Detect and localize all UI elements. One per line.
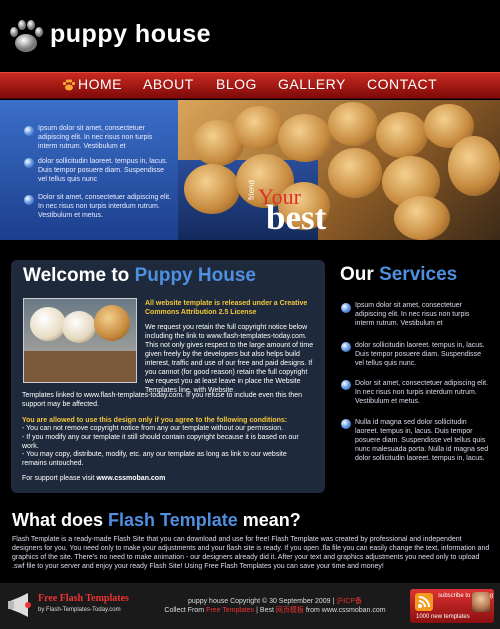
bullet-icon <box>341 342 351 352</box>
free-templates-link[interactable]: Free Templates <box>206 607 254 614</box>
web-templates-link[interactable]: 网页模板 <box>276 607 304 614</box>
copyright-request-tail: Templates linked to www.flash-templates-… <box>22 392 303 408</box>
bullet-icon <box>341 303 351 313</box>
services-title-accent: Services <box>379 264 458 285</box>
paw-icon <box>62 79 76 91</box>
banner-text-panel: Ipsum dolor sit amet, consectetuer adipi… <box>0 100 178 240</box>
flash-title: What does Flash Template mean? <box>12 510 301 531</box>
flash-description: Flash Template is a ready-made Flash Sit… <box>12 536 490 570</box>
support-prefix: For support please visit <box>22 475 95 482</box>
footer-copyright: puppy house Copyright © 30 September 200… <box>145 597 405 615</box>
slogan-best: best <box>266 198 327 237</box>
welcome-title: Welcome to Puppy House <box>23 265 256 287</box>
service-item: Dolor sit amet, consectetuer adipiscing … <box>355 380 489 405</box>
best-text: | Best <box>256 607 274 614</box>
footer: Free Flash Templates by Flash-Templates-… <box>0 583 500 629</box>
copyright-request: We request you retain the full copyright… <box>145 324 314 394</box>
bullet-icon <box>24 126 34 136</box>
from-site-text: from www.cssmoban.com <box>305 607 386 614</box>
paw-logo-icon <box>6 16 46 56</box>
flash-title-accent: Flash Template <box>108 510 238 530</box>
bullet-icon <box>341 380 351 390</box>
nav-about[interactable]: ABOUT <box>143 76 194 92</box>
collect-from-text: Collect From <box>164 607 205 614</box>
welcome-title-prefix: Welcome to <box>23 265 130 286</box>
puppies-thumbnail <box>23 298 137 383</box>
nav-home[interactable]: HOME <box>78 76 122 92</box>
icp-link[interactable]: 沪ICP备 <box>336 598 362 605</box>
services-title-prefix: Our <box>340 264 374 285</box>
service-item: dolor sollicitudin laoreet. tempus in, l… <box>355 342 485 367</box>
banner-item: Ipsum dolor sit amet, consectetuer adipi… <box>38 125 153 150</box>
rss-icon <box>415 593 433 611</box>
condition-item: - You can not remove copyright notice fr… <box>22 425 284 432</box>
nav-blog[interactable]: BLOG <box>216 76 257 92</box>
flash-title-suffix: mean? <box>242 510 301 530</box>
slogan-friend: friend <box>247 179 256 200</box>
flash-title-prefix: What does <box>12 510 104 530</box>
bullet-icon <box>24 158 34 168</box>
services-title: Our Services <box>340 264 457 286</box>
service-item: Ipsum dolor sit amet, consectetuer adipi… <box>355 302 470 327</box>
nav-contact[interactable]: CONTACT <box>367 76 437 92</box>
subscribe-badge[interactable]: subscribe to my blog 1000 new templates <box>410 589 494 623</box>
main-nav: HOME ABOUT BLOG GALLERY CONTACT <box>0 72 500 99</box>
support-link[interactable]: www.cssmoban.com <box>96 475 165 482</box>
banner-item: Dolor sit amet, consectetuer adipiscing … <box>38 194 172 219</box>
welcome-panel: Welcome to Puppy House All website templ… <box>11 260 325 493</box>
welcome-title-accent: Puppy House <box>134 265 256 286</box>
hero-banner: Ipsum dolor sit amet, consectetuer adipi… <box>0 100 500 240</box>
copyright-text: puppy house Copyright © 30 September 200… <box>188 598 335 605</box>
condition-item: - You may copy, distribute, modify, etc.… <box>22 451 287 467</box>
puppies-photo <box>178 100 500 240</box>
bullet-icon <box>24 195 34 205</box>
nav-gallery[interactable]: GALLERY <box>278 76 346 92</box>
footer-logo-subtitle: by Flash-Templates-Today.com <box>38 607 121 613</box>
megaphone-icon <box>8 593 31 617</box>
condition-item: - If you modify any our template it stil… <box>22 434 299 450</box>
service-item: Nulla id magna sed dolor sollicitudin la… <box>355 419 489 462</box>
support-line: For support please visit www.cssmoban.co… <box>22 474 317 483</box>
banner-item: dolor sollicitudin laoreet. tempus in, l… <box>38 158 168 183</box>
site-title: puppy house <box>50 20 212 48</box>
avatar <box>472 592 490 612</box>
license-note: All website template is released under a… <box>145 300 308 316</box>
new-templates-text: 1000 new templates <box>416 614 470 620</box>
footer-logo-title: Free Flash Templates <box>38 593 129 604</box>
bullet-icon <box>341 419 351 429</box>
